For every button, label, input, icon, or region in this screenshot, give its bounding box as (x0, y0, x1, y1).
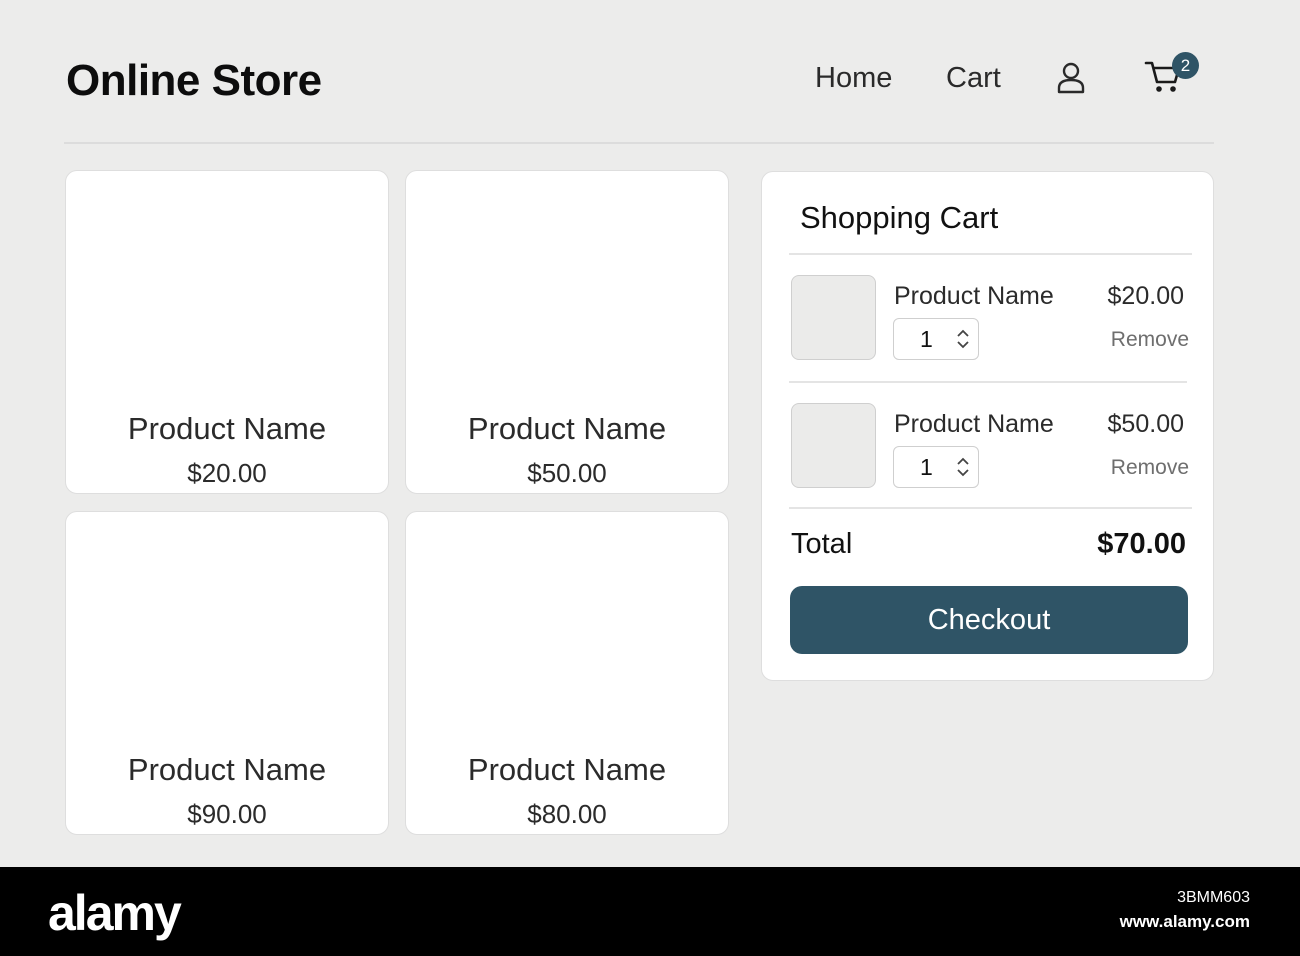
cart-item-thumbnail (791, 403, 876, 488)
user-account-button[interactable] (1056, 62, 1086, 94)
stock-image-id: 3BMM603 (1177, 889, 1250, 906)
product-card[interactable]: Product Name $50.00 (405, 170, 729, 494)
cart-item-name: Product Name (894, 282, 1054, 310)
cart-divider (789, 507, 1192, 509)
product-name: Product Name (127, 411, 327, 446)
cart-divider (789, 253, 1192, 255)
cart-divider (789, 381, 1187, 383)
cart-count-badge: 2 (1172, 52, 1199, 79)
nav-home-link[interactable]: Home (815, 62, 892, 95)
remove-item-button[interactable]: Remove (1111, 328, 1189, 352)
product-card[interactable]: Product Name $20.00 (65, 170, 389, 494)
nav-cart-link[interactable]: Cart (946, 62, 1001, 95)
quantity-stepper[interactable]: 1 (893, 446, 979, 488)
product-price: $20.00 (187, 458, 267, 488)
total-value: $70.00 (1097, 528, 1186, 560)
quantity-value: 1 (920, 454, 933, 480)
product-card[interactable]: Product Name $90.00 (65, 511, 389, 835)
total-label: Total (791, 528, 853, 560)
cart-item-price: $20.00 (1107, 282, 1184, 310)
product-price: $90.00 (187, 799, 267, 829)
stock-watermark-bar: alamy 3BMM603 www.alamy.com (0, 867, 1300, 956)
cart-item-name: Product Name (894, 410, 1054, 438)
cart-title: Shopping Cart (800, 200, 999, 235)
shopping-cart-panel: Shopping Cart Product Name $20.00 1 Remo… (761, 171, 1214, 681)
stepper-arrows-icon (957, 329, 969, 349)
cart-item-price: $50.00 (1107, 410, 1184, 438)
product-name: Product Name (127, 752, 327, 787)
remove-item-button[interactable]: Remove (1111, 456, 1189, 480)
stock-url: www.alamy.com (1119, 912, 1250, 931)
product-name: Product Name (467, 752, 667, 787)
product-card[interactable]: Product Name $80.00 (405, 511, 729, 835)
stock-logo: alamy (48, 885, 182, 941)
product-price: $80.00 (527, 799, 607, 829)
product-name: Product Name (467, 411, 667, 446)
checkout-button[interactable]: Checkout (790, 586, 1188, 654)
user-icon (1057, 62, 1085, 94)
header-divider (64, 142, 1214, 144)
stepper-arrows-icon (957, 457, 969, 477)
cart-item-thumbnail (791, 275, 876, 360)
quantity-stepper[interactable]: 1 (893, 318, 979, 360)
store-brand: Online Store (66, 56, 322, 105)
app-window: Online Store Home Cart 2 Product Name $2… (0, 0, 1300, 867)
quantity-value: 1 (920, 326, 933, 352)
product-price: $50.00 (527, 458, 607, 488)
